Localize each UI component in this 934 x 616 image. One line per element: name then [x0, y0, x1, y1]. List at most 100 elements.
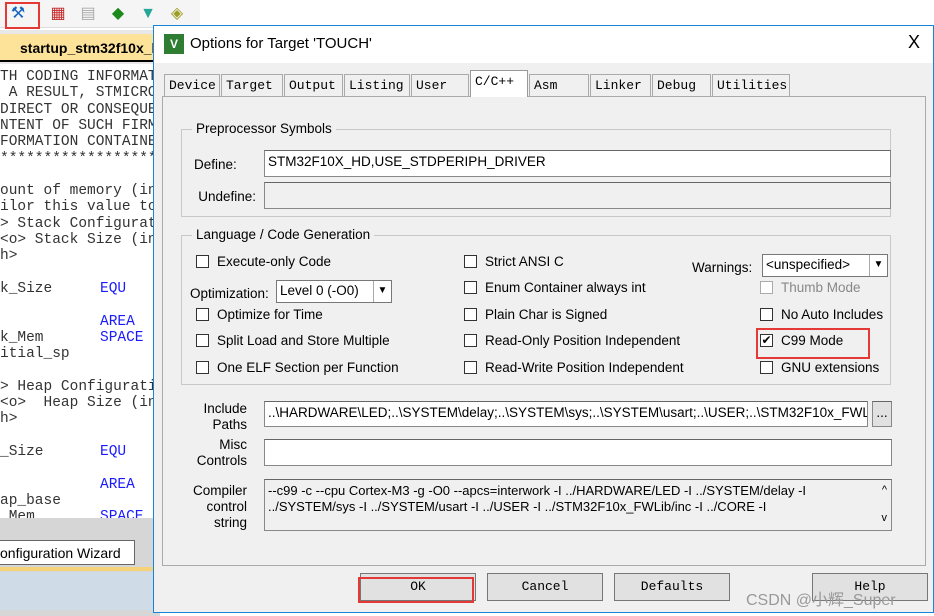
define-label: Define: [194, 157, 237, 172]
checkbox-label: Split Load and Store Multiple [217, 333, 390, 348]
tab-user[interactable]: User [411, 74, 469, 96]
define-input[interactable]: STM32F10X_HD,USE_STDPERIPH_DRIVER [264, 150, 891, 177]
checkbox-box [196, 308, 209, 321]
multi-icon[interactable]: ◈ [167, 4, 187, 24]
code-line: <o> Heap Size (in [0, 395, 157, 411]
label-line: Include [203, 401, 247, 416]
divider [0, 567, 160, 571]
tab-utilities[interactable]: Utilities [712, 74, 790, 96]
checkbox-gnu-extensions[interactable]: GNU extensions [760, 360, 879, 375]
code-editor[interactable]: TH CODING INFORMATI A RESULT, STMICRO DIR… [0, 66, 160, 518]
misc-controls-input[interactable] [264, 439, 892, 466]
checkbox-label: Strict ANSI C [485, 254, 564, 269]
cancel-button[interactable]: Cancel [487, 573, 603, 601]
build-icon[interactable]: ▦ [48, 4, 68, 24]
code-line: FORMATION CONTAINE [0, 134, 157, 151]
code-line: h> [0, 411, 18, 428]
checkbox-no-auto-includes[interactable]: No Auto Includes [760, 307, 883, 322]
code-line: > Heap Configurati [0, 378, 157, 395]
dialog-title: Options for Target 'TOUCH' [190, 35, 372, 52]
tab-asm[interactable]: Asm [529, 74, 589, 96]
code-keyword: EQU [100, 280, 127, 297]
warnings-value: <unspecified> [766, 257, 851, 272]
status-area [0, 572, 160, 610]
code-keyword: AREA [100, 476, 135, 493]
misc-label: Misc Controls [183, 437, 247, 469]
checkbox-thumb-mode[interactable]: Thumb Mode [760, 280, 861, 295]
checkbox-read-only-position-independent[interactable]: Read-Only Position Independent [464, 333, 680, 348]
checkbox-box [760, 281, 773, 294]
checkbox-label: One ELF Section per Function [217, 360, 399, 375]
code-line: h> [0, 248, 18, 265]
include-paths-input[interactable]: ..\HARDWARE\LED;..\SYSTEM\delay;..\SYSTE… [264, 401, 868, 427]
language-group: Language / Code Generation Optimization:… [181, 227, 891, 385]
checkbox-box [464, 334, 477, 347]
code-line: A RESULT, STMICRO [0, 85, 157, 102]
checkbox-read-write-position-independent[interactable]: Read-Write Position Independent [464, 360, 684, 375]
scroll-down-icon[interactable]: v [882, 510, 888, 526]
browse-button[interactable]: ... [872, 401, 892, 427]
optimization-select[interactable]: Level 0 (-O0) ▼ [276, 280, 392, 303]
tab-debug[interactable]: Debug [652, 74, 711, 96]
label-line: string [213, 515, 247, 530]
label-line: Controls [196, 453, 247, 468]
checkbox-enum-container-always-int[interactable]: Enum Container always int [464, 280, 646, 295]
close-button[interactable]: X [902, 32, 926, 53]
compiler-control-string[interactable]: --c99 -c --cpu Cortex-M3 -g -O0 --apcs=i… [264, 479, 892, 531]
undefine-label: Undefine: [198, 189, 256, 204]
checkbox-label: No Auto Includes [781, 307, 884, 322]
compiler-line: ../SYSTEM/sys -I ../SYSTEM/usart -I ../U… [268, 499, 767, 514]
checkbox-label: Thumb Mode [781, 280, 861, 295]
checkbox-one-elf-section-per-function[interactable]: One ELF Section per Function [196, 360, 399, 375]
checkbox-box [760, 361, 773, 374]
code-line: itial_sp [0, 346, 70, 363]
checkbox-plain-char-is-signed[interactable]: Plain Char is Signed [464, 307, 607, 322]
code-line: ilor this value to [0, 199, 157, 216]
code-line: ount of memory (in [0, 183, 157, 200]
warnings-select[interactable]: <unspecified> ▼ [762, 254, 888, 277]
tab-listing[interactable]: Listing [344, 74, 410, 96]
code-line: ap_base [0, 492, 61, 509]
checkbox-optimize-for-time[interactable]: Optimize for Time [196, 307, 323, 322]
scroll-up-icon[interactable]: ^ [882, 482, 887, 498]
code-line: _Mem [0, 509, 35, 518]
tab-output[interactable]: Output [284, 74, 343, 96]
checkbox-label: Enum Container always int [485, 280, 646, 295]
checkbox-box [464, 281, 477, 294]
checkbox-label: Read-Only Position Independent [485, 333, 681, 348]
code-line: k_Mem [0, 329, 44, 346]
defaults-button[interactable]: Defaults [614, 573, 730, 601]
code-line: _Size [0, 443, 44, 460]
label-line: Paths [212, 417, 247, 432]
windows-icon[interactable]: ▤ [78, 4, 98, 24]
checkbox-strict-ansi-c[interactable]: Strict ANSI C [464, 254, 564, 269]
group-label: Language / Code Generation [192, 227, 375, 242]
highlight-box [358, 577, 474, 603]
include-label: Include Paths [183, 401, 247, 433]
checkbox-label: Plain Char is Signed [485, 307, 608, 322]
checkbox-label: Optimize for Time [217, 307, 323, 322]
file-tab[interactable]: startup_stm32f10x_hd.s [0, 34, 160, 62]
code-line: > Stack Configurat [0, 215, 157, 232]
funnel-icon[interactable]: ▼ [138, 4, 158, 24]
toolbar: ⚒ ▦ ▤ ◆ ▼ ◈ [0, 0, 200, 29]
tab-cc[interactable]: C/C++ [470, 70, 528, 97]
compiler-line: --c99 -c --cpu Cortex-M3 -g -O0 --apcs=i… [268, 483, 807, 498]
code-line: ******************* [0, 150, 160, 167]
undefine-input[interactable] [264, 182, 891, 209]
checkbox-box [464, 308, 477, 321]
code-line: DIRECT OR CONSEQUE [0, 101, 157, 118]
tab-target[interactable]: Target [221, 74, 283, 96]
checkbox-label: Read-Write Position Independent [485, 360, 684, 375]
code-line: NTENT OF SUCH FIRM [0, 117, 157, 134]
optimization-label: Optimization: [190, 286, 269, 301]
label-line: Compiler [192, 483, 247, 498]
code-keyword: SPACE [100, 329, 144, 346]
tab-device[interactable]: Device [164, 74, 220, 96]
checkbox-execute-only-code[interactable]: Execute-only Code [196, 254, 331, 269]
configuration-wizard-tab[interactable]: onfiguration Wizard [0, 540, 135, 565]
tab-linker[interactable]: Linker [590, 74, 651, 96]
green-diamond-icon[interactable]: ◆ [108, 4, 128, 24]
label-line: control [206, 499, 247, 514]
checkbox-split-load-and-store-multiple[interactable]: Split Load and Store Multiple [196, 333, 390, 348]
